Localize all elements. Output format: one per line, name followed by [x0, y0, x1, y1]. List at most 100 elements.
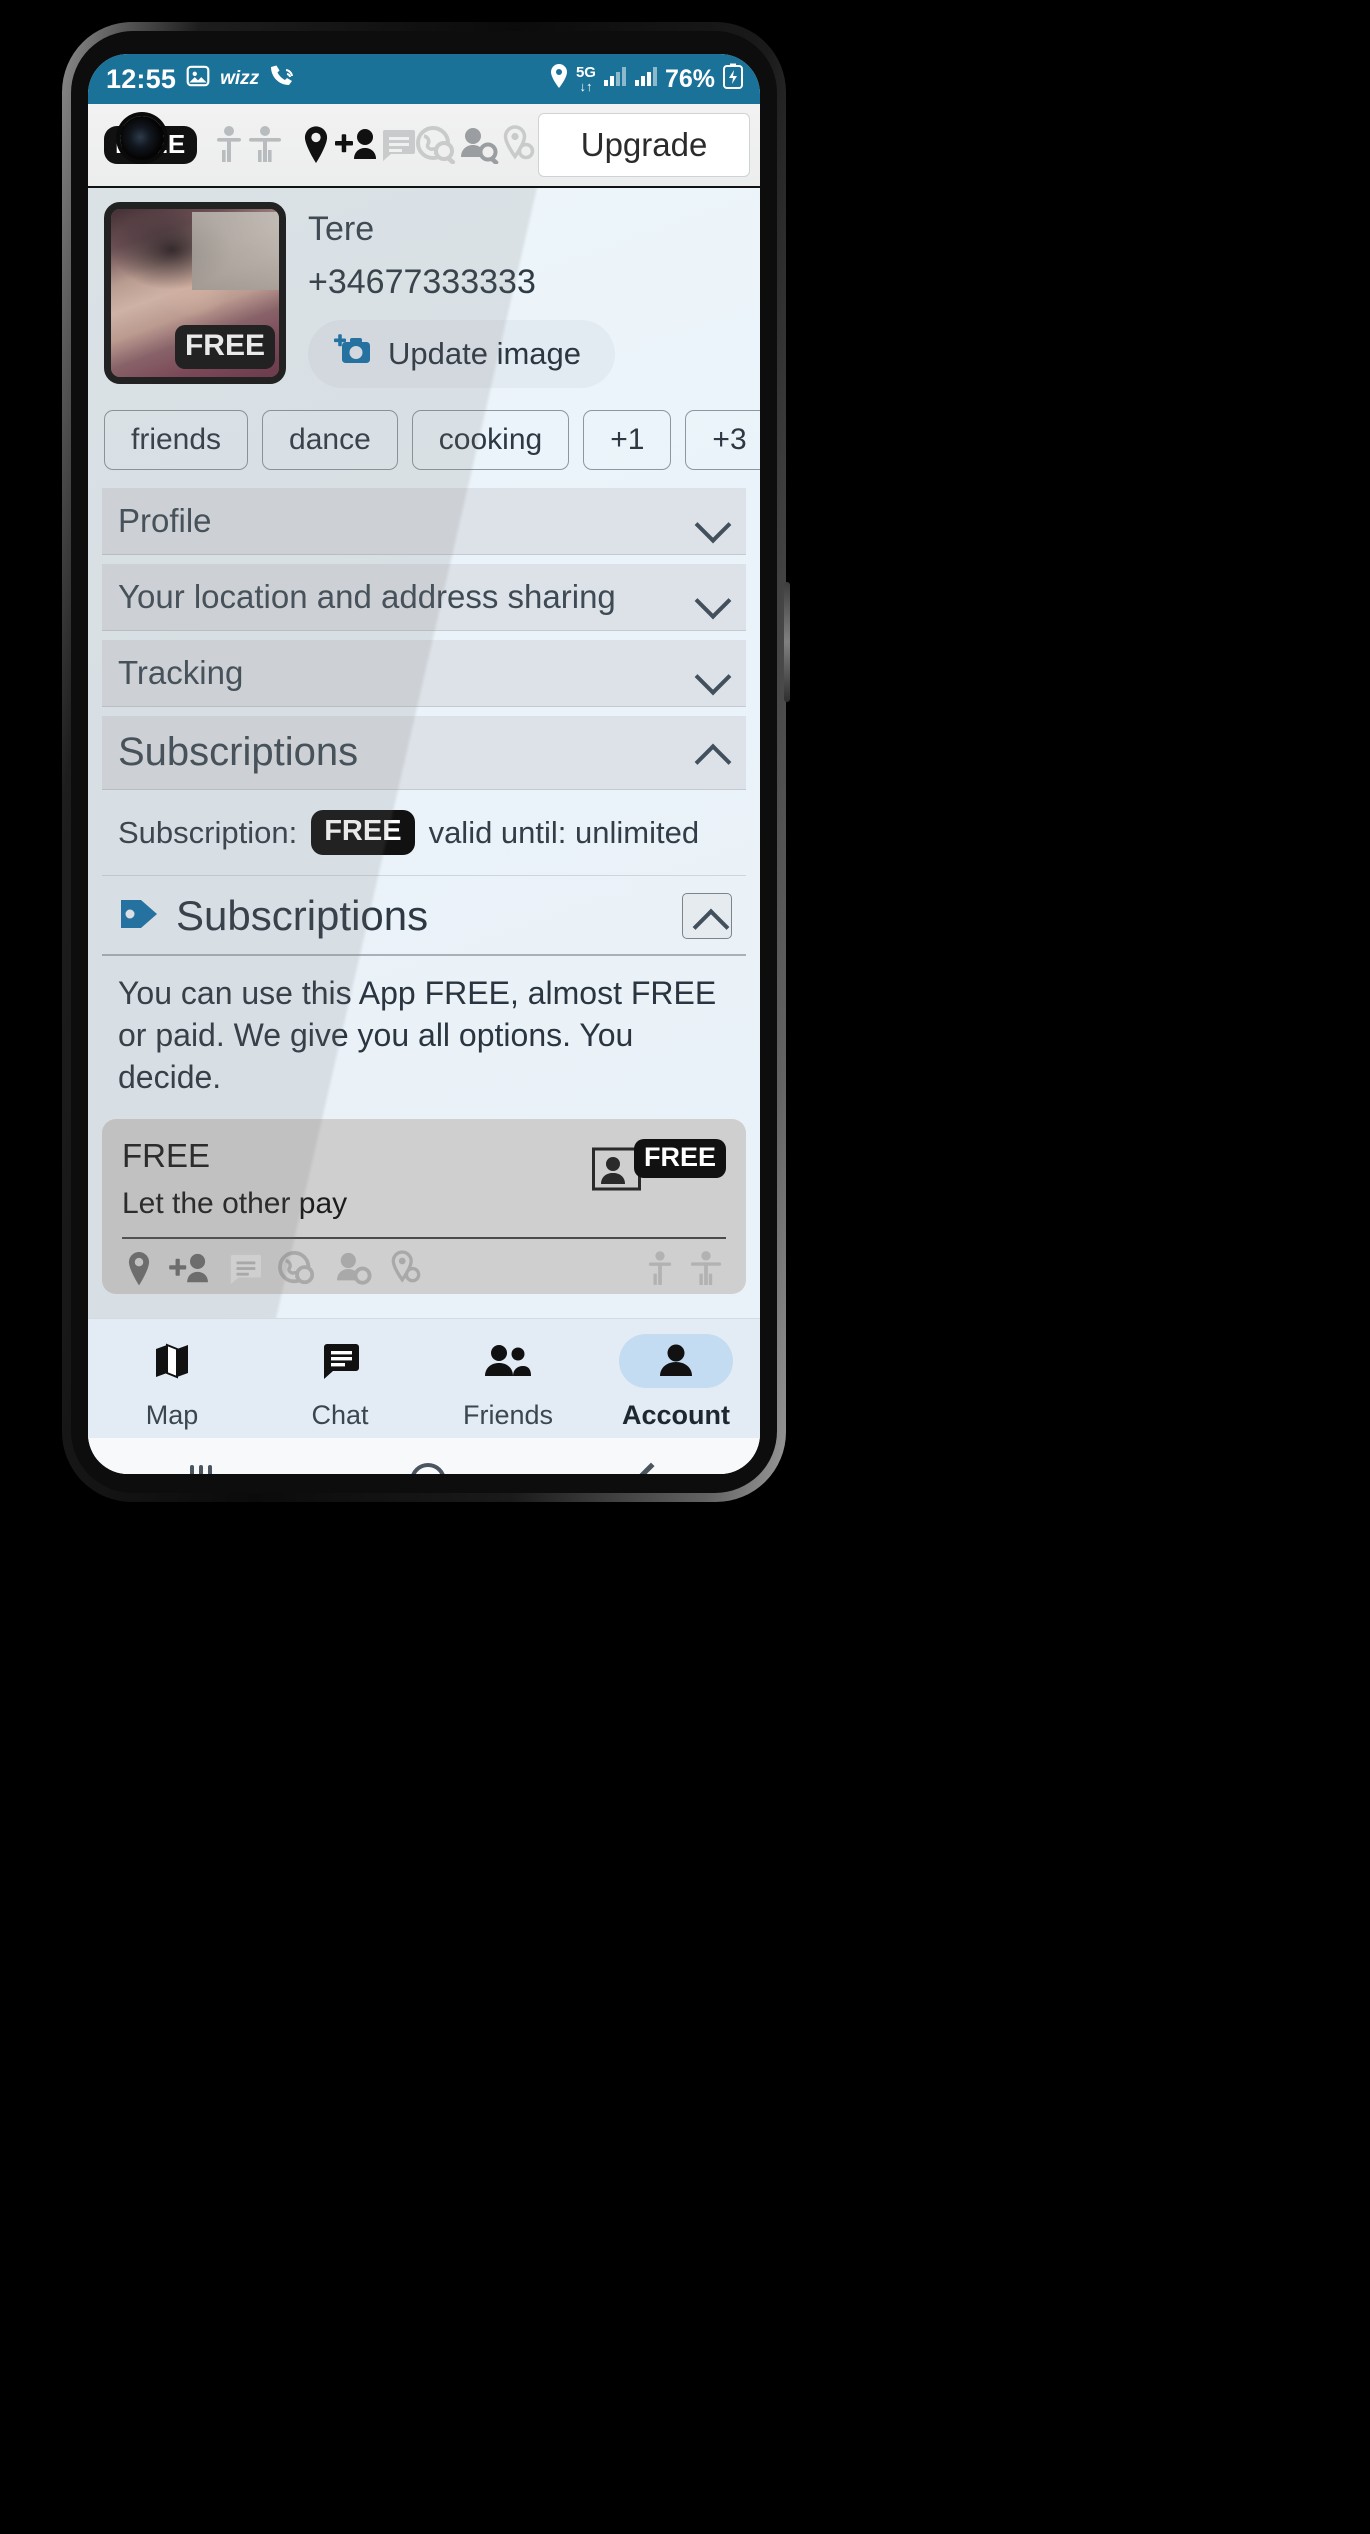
wizz-icon: wizz [220, 68, 260, 89]
back-button[interactable] [632, 1462, 670, 1474]
tag-chip[interactable]: cooking [411, 410, 570, 470]
nav-label: Friends [462, 1400, 554, 1430]
chevron-down-icon [696, 663, 730, 683]
subscriptions-panel: Subscriptions You can use this App FREE,… [102, 876, 746, 1113]
home-button[interactable] [410, 1463, 446, 1474]
camera-punch-hole [120, 116, 164, 160]
nav-label: Account [622, 1400, 730, 1430]
person-inactive-icon[interactable] [646, 1249, 674, 1294]
subscriptions-panel-title: Subscriptions [176, 892, 429, 939]
5g-icon: 5G ↓↑ [575, 64, 596, 94]
plan-card-free[interactable]: FREE Let the other pay FREE [102, 1118, 746, 1294]
collapse-button[interactable] [682, 893, 732, 939]
friends-icon [451, 1334, 565, 1388]
add-person-icon[interactable] [168, 1252, 212, 1291]
upgrade-button[interactable]: Upgrade [538, 113, 751, 177]
chevron-down-icon [696, 511, 730, 531]
tag-chip[interactable]: dance [262, 410, 398, 470]
pin-search-icon[interactable] [500, 119, 538, 171]
profile-header: FREE Tere +34677333333 Update image [88, 188, 760, 388]
profile-name: Tere [308, 210, 375, 248]
phone-wifi-call-icon [268, 63, 296, 96]
battery-percentage: 76% [664, 64, 715, 93]
location-pin-icon[interactable] [126, 1251, 152, 1292]
section-label: Subscriptions [118, 730, 359, 774]
subscription-plan-badge: FREE [311, 810, 415, 855]
globe-search-icon[interactable] [278, 1250, 318, 1292]
tag-icon [118, 895, 160, 938]
nav-item-account[interactable]: Account [592, 1326, 760, 1431]
pin-search-icon[interactable] [390, 1250, 422, 1293]
photo-icon [185, 63, 211, 96]
status-bar: 12:55 wizz 5G ↓↑ 76% [88, 54, 760, 104]
update-image-button[interactable]: Update image [308, 320, 616, 388]
signal-icon-1 [603, 65, 627, 94]
person-search-icon[interactable] [334, 1251, 374, 1292]
recents-bar [190, 1465, 194, 1474]
section-tracking[interactable]: Tracking [102, 640, 746, 707]
battery-charging-icon [722, 63, 744, 96]
chevron-down-icon [696, 587, 730, 607]
person-active-icon[interactable] [247, 119, 283, 171]
plan-feature-icons [122, 1239, 726, 1294]
plan-badge-group: FREE [591, 1138, 726, 1198]
nav-item-map[interactable]: Map [88, 1326, 256, 1431]
profile-phone: +34677333333 [308, 263, 536, 301]
section-subscriptions[interactable]: Subscriptions [102, 716, 746, 790]
bottom-navigation: Map Chat Friends Account [88, 1318, 760, 1438]
app-toolbar: FREE [88, 104, 760, 188]
status-bar-right: 5G ↓↑ 76% [549, 63, 744, 96]
signal-icon-2 [634, 65, 658, 94]
section-profile[interactable]: Profile [102, 488, 746, 555]
status-time: 12:55 [106, 63, 177, 94]
section-location-sharing[interactable]: Your location and address sharing [102, 564, 746, 631]
globe-search-icon[interactable] [416, 119, 458, 171]
add-photo-camera-icon [334, 333, 372, 375]
nav-item-friends[interactable]: Friends [424, 1326, 592, 1431]
tag-chip[interactable]: +3 [685, 410, 760, 470]
settings-sections: Profile Your location and address sharin… [88, 488, 760, 790]
recents-bar [199, 1465, 203, 1474]
add-person-icon[interactable] [334, 119, 380, 171]
android-navigation-bar [88, 1438, 760, 1474]
tag-list: friends dance cooking +1 +3 [88, 388, 760, 488]
avatar[interactable]: FREE [104, 202, 286, 384]
person-active-icon[interactable] [690, 1249, 722, 1294]
nav-label: Chat [311, 1400, 369, 1430]
chat-bubble-icon[interactable] [228, 1253, 262, 1290]
section-label: Your location and address sharing [118, 578, 616, 615]
chat-bubble-icon[interactable] [380, 119, 416, 171]
map-icon [115, 1334, 229, 1388]
chevron-up-icon [696, 743, 730, 763]
phone-device: 12:55 wizz 5G ↓↑ 76% Upgrade FREE Tere +… [62, 22, 790, 1502]
plan-badge-free: FREE [633, 1138, 726, 1178]
update-image-label: Update image [388, 336, 582, 371]
screenshot-root: 12:55 wizz 5G ↓↑ 76% Upgrade FREE Tere +… [0, 0, 1370, 2534]
account-icon [619, 1334, 733, 1388]
nav-label: Map [145, 1400, 199, 1430]
chevron-up-icon [694, 908, 720, 924]
person-search-icon[interactable] [458, 119, 500, 171]
location-icon [549, 63, 569, 96]
chat-icon [283, 1334, 397, 1388]
subscription-validity: valid until: unlimited [428, 814, 700, 850]
person-inactive-icon[interactable] [211, 119, 247, 171]
section-label: Tracking [118, 654, 244, 691]
tag-chip[interactable]: friends [104, 410, 249, 470]
section-label: Profile [118, 502, 212, 539]
recents-bar [208, 1465, 212, 1474]
subscriptions-panel-header[interactable]: Subscriptions [102, 876, 746, 956]
subscription-prefix: Subscription: [118, 814, 298, 850]
phone-screen: 12:55 wizz 5G ↓↑ 76% Upgrade FREE Tere +… [88, 54, 760, 1474]
tag-chip[interactable]: +1 [583, 410, 672, 470]
account-content: FREE Tere +34677333333 Update image frie… [88, 188, 760, 1318]
subscription-status-row: Subscription: FREE valid until: unlimite… [102, 790, 746, 876]
nav-item-chat[interactable]: Chat [256, 1326, 424, 1431]
recents-button[interactable] [184, 1464, 218, 1474]
power-button[interactable] [784, 582, 790, 702]
subscriptions-description: You can use this App FREE, almost FREE o… [118, 975, 717, 1096]
profile-info: Tere +34677333333 Update image [308, 202, 760, 388]
status-bar-left: 12:55 wizz [106, 63, 296, 96]
avatar-free-badge: FREE [174, 325, 275, 369]
location-pin-icon[interactable] [298, 119, 334, 171]
